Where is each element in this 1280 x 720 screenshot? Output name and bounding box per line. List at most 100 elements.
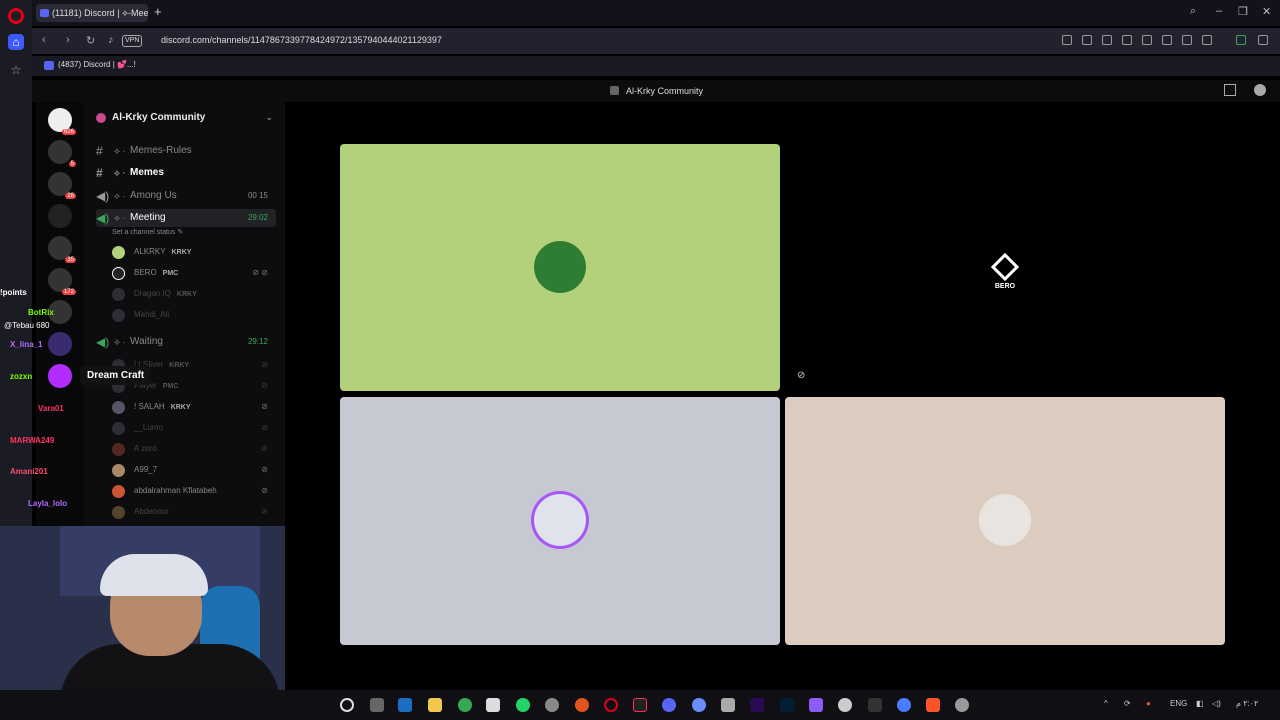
mention-badge: 5 [68, 161, 76, 167]
speaker-icon: ◀) [96, 189, 110, 203]
video-tile-user[interactable] [340, 397, 780, 645]
app-icon[interactable] [897, 698, 911, 712]
app-icon[interactable] [868, 698, 882, 712]
voice-user[interactable]: Dragon IQ KRKY [112, 285, 272, 303]
search-icon[interactable]: ⌕ [1190, 5, 1196, 18]
app-icon[interactable] [692, 698, 706, 712]
voice-user[interactable]: Mahdi_Ali [112, 306, 272, 324]
restore-icon[interactable]: ❐ [1238, 5, 1248, 18]
clock[interactable]: ٢:٠٢ م [1236, 699, 1258, 708]
bookmark-discord[interactable]: (4837) Discord | 💕...! [44, 60, 136, 70]
user-tag: KRKY [169, 362, 190, 369]
chevron-down-icon[interactable]: ⌄ [265, 112, 273, 123]
avatar [979, 494, 1031, 546]
settings-icon[interactable] [838, 698, 852, 712]
voice-user[interactable]: BERO PMC ⊘ ⊘ [112, 264, 272, 282]
chevron-up-icon[interactable]: ^ [1104, 699, 1108, 708]
deafen-icon: ⊘ [261, 465, 268, 474]
voice-user[interactable]: __Lumo ⊘ [112, 419, 272, 437]
mic-icon[interactable]: ♪ [108, 34, 114, 46]
url-field[interactable]: discord.com/channels/1147867339778424972… [161, 35, 442, 45]
network-icon[interactable]: ⟳ [1124, 699, 1131, 708]
task-view-icon[interactable] [370, 698, 384, 712]
video-tile-bero[interactable]: BERO ⊘ [785, 144, 1225, 391]
user-name: Mahdi_Ali [134, 310, 170, 319]
edit-icon[interactable] [1062, 35, 1072, 45]
bero-label: BERO [994, 283, 1016, 290]
extension-shield-icon[interactable] [1236, 35, 1246, 45]
volume-icon[interactable]: ◁) [1212, 699, 1221, 708]
new-tab-button[interactable]: + [154, 4, 162, 19]
app-icon[interactable] [955, 698, 969, 712]
voice-user[interactable]: Abdenour ⊘ [112, 503, 272, 521]
inbox-icon[interactable] [1224, 84, 1236, 96]
folder-icon[interactable] [428, 698, 442, 712]
steam-icon[interactable] [398, 698, 412, 712]
mention-badge: 35 [65, 257, 76, 263]
channel-memes[interactable]: # ⟡ · Memes [96, 164, 276, 182]
voice-user[interactable]: A zoro ⊘ [112, 440, 272, 458]
app-icon[interactable] [575, 698, 589, 712]
video-tile-alkrky[interactable] [340, 144, 780, 391]
minimize-icon[interactable]: – [1216, 5, 1222, 17]
channel-status[interactable]: Set a channel status ✎ [112, 228, 183, 236]
channel-list: Al-Krky Community ⌄ # ⟡ · Memes-Rules # ⟡ ·… [84, 102, 285, 526]
app-icon[interactable] [486, 698, 500, 712]
help-icon[interactable] [1254, 84, 1266, 96]
extensions-icon[interactable] [1258, 35, 1268, 45]
discord-icon[interactable] [662, 698, 676, 712]
server-icon[interactable] [48, 204, 72, 228]
channel-memes-rules[interactable]: # ⟡ · Memes-Rules [96, 142, 276, 160]
address-bar: ‹ › ↻ ♪ VPN discord.com/channels/1147867… [32, 28, 1280, 54]
vpn-badge[interactable]: VPN [122, 35, 143, 47]
gamepad-icon[interactable] [809, 698, 823, 712]
opera-icon[interactable] [604, 698, 618, 712]
download-icon[interactable] [1162, 35, 1172, 45]
voice-user[interactable]: abdalrahman Kflatabeh ⊘ [112, 482, 272, 500]
tab-discord[interactable]: (11181) Discord | ⟡-Meeti [36, 4, 148, 22]
server-icon[interactable]: 5 [48, 140, 76, 167]
deafen-icon: ⊘ [261, 423, 268, 432]
camera-icon[interactable] [1082, 35, 1092, 45]
video-tile-user[interactable] [785, 397, 1225, 645]
voice-user[interactable]: ! SALAH KRKY ⊘ [112, 398, 272, 416]
menu-icon[interactable] [1182, 35, 1192, 45]
channel-label: Among Us [130, 190, 177, 201]
premiere-icon[interactable] [750, 698, 764, 712]
photoshop-icon[interactable] [780, 698, 794, 712]
speaker-icon: ◀) [96, 211, 110, 225]
shield-icon[interactable] [1102, 35, 1112, 45]
channel-among-us[interactable]: ◀) ⟡ · Among Us 00 15 [96, 187, 276, 205]
wifi-icon[interactable]: ◧ [1196, 699, 1204, 708]
app-icon[interactable] [545, 698, 559, 712]
tiktok-icon[interactable] [633, 698, 647, 712]
chrome-icon[interactable] [458, 698, 472, 712]
channel-meeting[interactable]: ◀) ⟡ · Meeting 29:02 [96, 209, 276, 227]
brave-icon[interactable] [926, 698, 940, 712]
server-icon[interactable]: 626 [48, 108, 76, 135]
bookmarks-bar: (4837) Discord | 💕...! [32, 56, 1280, 76]
forward-icon[interactable]: › [66, 34, 70, 46]
user-tag: KRKY [171, 249, 192, 256]
home-icon[interactable]: ⌂ [8, 34, 24, 50]
discord-title-bar: Al-Krky Community [32, 80, 1280, 102]
whatsapp-icon[interactable] [516, 698, 530, 712]
mic-icon[interactable]: ● [1146, 699, 1151, 708]
server-name[interactable]: Al-Krky Community [96, 112, 205, 123]
voice-user[interactable]: A99_7 ⊘ [112, 461, 272, 479]
star-icon[interactable]: ☆ [8, 62, 24, 78]
back-icon[interactable]: ‹ [42, 34, 46, 46]
voice-user[interactable]: ALKRKY KRKY [112, 243, 272, 261]
app-icon[interactable] [721, 698, 735, 712]
server-icon[interactable]: 28 [48, 172, 76, 199]
search-icon[interactable] [340, 698, 354, 712]
channel-waiting[interactable]: ◀) ⟡ · Waiting 29:12 [96, 333, 276, 351]
language-indicator[interactable]: ENG [1170, 699, 1187, 708]
play-icon[interactable] [1122, 35, 1132, 45]
close-icon[interactable]: ✕ [1262, 5, 1271, 18]
server-icon[interactable]: 35 [48, 236, 76, 263]
heart-icon[interactable] [1142, 35, 1152, 45]
profile-icon[interactable] [1202, 35, 1212, 45]
opera-logo-icon[interactable] [8, 8, 24, 24]
reload-icon[interactable]: ↻ [86, 34, 95, 47]
